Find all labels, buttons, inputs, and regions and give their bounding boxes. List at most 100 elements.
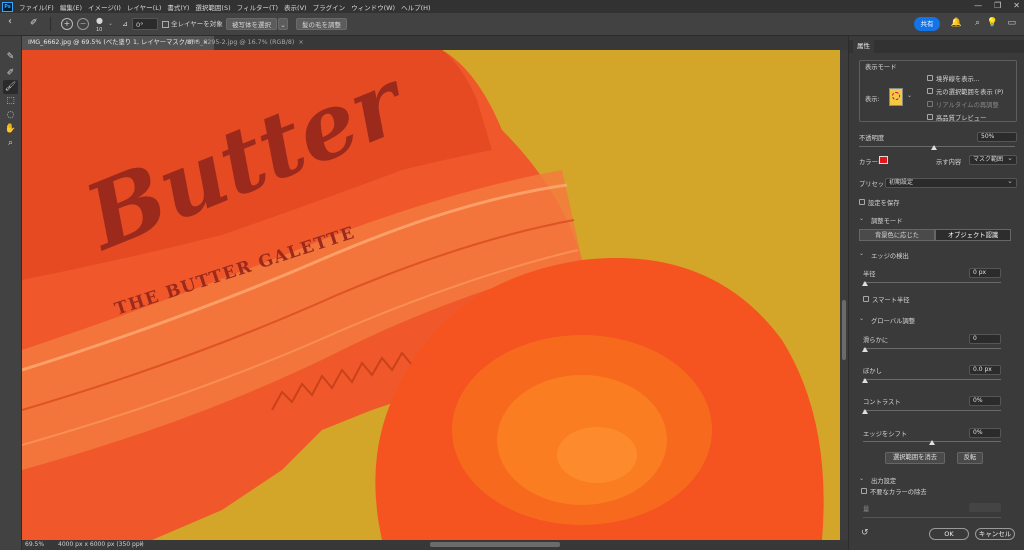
object-aware-button[interactable]: オブジェクト認識 bbox=[935, 229, 1011, 241]
decontaminate-checkbox[interactable] bbox=[861, 488, 867, 494]
contrast-label: コントラスト bbox=[863, 399, 901, 406]
menu-edit[interactable]: 編集(E) bbox=[60, 2, 82, 12]
select-subject-button[interactable]: 被写体を選択 bbox=[226, 18, 277, 30]
zoom-level[interactable]: 69.5% bbox=[25, 541, 44, 548]
help-lightbulb-icon[interactable]: 💡 bbox=[987, 18, 998, 28]
menu-type[interactable]: 書式(Y) bbox=[167, 2, 189, 12]
menu-select[interactable]: 選択範囲(S) bbox=[195, 2, 230, 12]
preset-select[interactable]: 初期設定 bbox=[885, 177, 1017, 188]
overlay-color-swatch[interactable] bbox=[879, 156, 888, 164]
quick-selection-tool-icon[interactable]: ✎ bbox=[3, 50, 18, 64]
ok-button[interactable]: OK bbox=[929, 528, 969, 540]
opacity-slider-thumb[interactable] bbox=[931, 145, 937, 150]
realtime-checkbox[interactable] bbox=[927, 101, 933, 107]
smart-radius-checkbox[interactable] bbox=[863, 296, 869, 302]
cancel-button[interactable]: キャンセル bbox=[975, 528, 1015, 540]
shift-edge-slider-thumb[interactable] bbox=[929, 440, 935, 445]
smooth-slider-thumb[interactable] bbox=[862, 347, 868, 352]
amount-slider-track[interactable] bbox=[863, 517, 1001, 518]
notification-bell-icon[interactable]: 🔔 bbox=[951, 18, 962, 28]
view-mode-thumbnail[interactable] bbox=[889, 88, 903, 106]
radius-slider-thumb[interactable] bbox=[862, 281, 868, 286]
opacity-slider-track[interactable] bbox=[859, 146, 1015, 147]
feather-label: ぼかし bbox=[863, 368, 882, 375]
chevron-down-icon[interactable]: ⌄ bbox=[859, 250, 864, 257]
menu-layer[interactable]: レイヤー(L) bbox=[127, 2, 162, 12]
menu-image[interactable]: イメージ(I) bbox=[88, 2, 121, 12]
subtract-from-selection-icon[interactable]: − bbox=[77, 18, 89, 30]
menu-plugins[interactable]: プラグイン bbox=[313, 2, 346, 12]
smooth-slider-track[interactable] bbox=[863, 348, 1001, 349]
vertical-scrollbar[interactable] bbox=[840, 50, 848, 540]
lasso-tool-icon[interactable]: ◌ bbox=[3, 108, 18, 122]
hand-tool-icon[interactable]: ✋ bbox=[3, 122, 18, 136]
invert-button[interactable]: 反転 bbox=[957, 452, 983, 464]
search-icon[interactable]: ⌕ bbox=[975, 18, 980, 28]
angle-input[interactable]: 0° bbox=[132, 18, 158, 30]
contrast-slider-thumb[interactable] bbox=[862, 409, 868, 414]
feather-input[interactable]: 0.0 px bbox=[969, 365, 1001, 375]
feather-slider-thumb[interactable] bbox=[862, 378, 868, 383]
view-mode-title: 表示モード bbox=[865, 64, 897, 71]
chevron-down-icon[interactable]: ⌄ bbox=[859, 475, 864, 482]
save-settings-checkbox[interactable] bbox=[859, 199, 865, 205]
vertical-scroll-thumb[interactable] bbox=[842, 300, 846, 360]
minimize-icon[interactable]: — bbox=[974, 1, 982, 10]
quick-selection-tool-icon[interactable]: ✐ bbox=[30, 17, 38, 29]
high-quality-checkbox[interactable] bbox=[927, 114, 933, 120]
menu-help[interactable]: ヘルプ(H) bbox=[401, 2, 430, 12]
amount-input[interactable] bbox=[969, 503, 1001, 512]
menu-file[interactable]: ファイル(F) bbox=[19, 2, 54, 12]
share-button[interactable]: 共有 bbox=[914, 17, 940, 31]
color-aware-button[interactable]: 背景色に応じた bbox=[859, 229, 935, 241]
zoom-tool-icon[interactable]: ⌕ bbox=[3, 136, 18, 150]
show-original-checkbox[interactable] bbox=[927, 88, 933, 94]
menu-view[interactable]: 表示(V) bbox=[284, 2, 307, 12]
status-bar: 69.5% 4000 px x 6000 px (350 ppi) › bbox=[22, 540, 848, 550]
tools-panel: ✎ ✐ 🖌 ⬚ ◌ ✋ ⌕ bbox=[0, 36, 22, 550]
view-label: 表示: bbox=[865, 96, 880, 103]
select-subject-dropdown[interactable]: ⌄ bbox=[278, 18, 288, 30]
color-label: カラー: bbox=[859, 159, 881, 166]
workspace-icon[interactable]: ▭ bbox=[1007, 18, 1016, 28]
radius-slider-track[interactable] bbox=[863, 282, 1001, 283]
contrast-input[interactable]: 0% bbox=[969, 396, 1001, 406]
decontaminate-label: 不要なカラーの除去 bbox=[870, 489, 927, 496]
radius-input[interactable]: 0 px bbox=[969, 268, 1001, 278]
options-bar: ‹ ✐ + − ● 10 ⌄ ⊿ 0° 全レイヤーを対象 被写体を選択 ⌄ 髪の… bbox=[0, 13, 1024, 36]
contrast-slider-track[interactable] bbox=[863, 410, 1001, 411]
document-canvas[interactable]: Butter THE BUTTER GALETTE bbox=[22, 50, 840, 540]
close-icon[interactable]: ✕ bbox=[1013, 1, 1020, 10]
brush-tool-icon[interactable]: 🖌 bbox=[3, 80, 18, 94]
restore-icon[interactable]: ❐ bbox=[994, 1, 1001, 10]
tab-img-6295[interactable]: IMG_6295-2.jpg @ 16.7% (RGB/8) × bbox=[182, 36, 310, 50]
chevron-down-icon[interactable]: ⌄ bbox=[108, 18, 113, 30]
properties-panel: 属性 表示モード 表示: ⌄ 境界線を表示... 元の選択範囲を表示 (P) リ… bbox=[848, 36, 1024, 550]
menu-window[interactable]: ウィンドウ(W) bbox=[351, 2, 395, 12]
sample-all-layers-checkbox[interactable]: 全レイヤーを対象 bbox=[162, 18, 223, 30]
tab-properties[interactable]: 属性 bbox=[853, 40, 874, 53]
chevron-down-icon[interactable]: ⌄ bbox=[859, 215, 864, 222]
add-to-selection-icon[interactable]: + bbox=[61, 18, 73, 30]
chevron-right-icon[interactable]: › bbox=[140, 540, 143, 548]
close-tab-icon[interactable]: × bbox=[298, 39, 303, 46]
radius-label: 半径 bbox=[863, 271, 876, 278]
shift-edge-input[interactable]: 0% bbox=[969, 428, 1001, 438]
chevron-down-icon[interactable]: ⌄ bbox=[859, 315, 864, 322]
document-info[interactable]: 4000 px x 6000 px (350 ppi) bbox=[58, 541, 144, 548]
menu-filter[interactable]: フィルター(T) bbox=[237, 2, 278, 12]
horizontal-scroll-thumb[interactable] bbox=[430, 542, 560, 547]
reset-icon[interactable]: ↺ bbox=[861, 528, 869, 538]
indicates-select[interactable]: マスク範囲 bbox=[969, 154, 1017, 165]
object-selection-tool-icon[interactable]: ⬚ bbox=[3, 94, 18, 108]
clear-selection-button[interactable]: 選択範囲を消去 bbox=[885, 452, 945, 464]
chevron-down-icon[interactable]: ⌄ bbox=[907, 92, 912, 99]
feather-slider-track[interactable] bbox=[863, 379, 1001, 380]
show-edge-checkbox[interactable] bbox=[927, 75, 933, 81]
refine-edge-brush-icon[interactable]: ✐ bbox=[3, 66, 18, 80]
panel-tab-bar: 属性 bbox=[849, 40, 1024, 53]
refine-hair-button[interactable]: 髪の毛を調整 bbox=[296, 18, 347, 30]
home-icon[interactable]: ‹ bbox=[8, 16, 12, 28]
opacity-input[interactable]: 50% bbox=[977, 132, 1017, 142]
smooth-input[interactable]: 0 bbox=[969, 334, 1001, 344]
